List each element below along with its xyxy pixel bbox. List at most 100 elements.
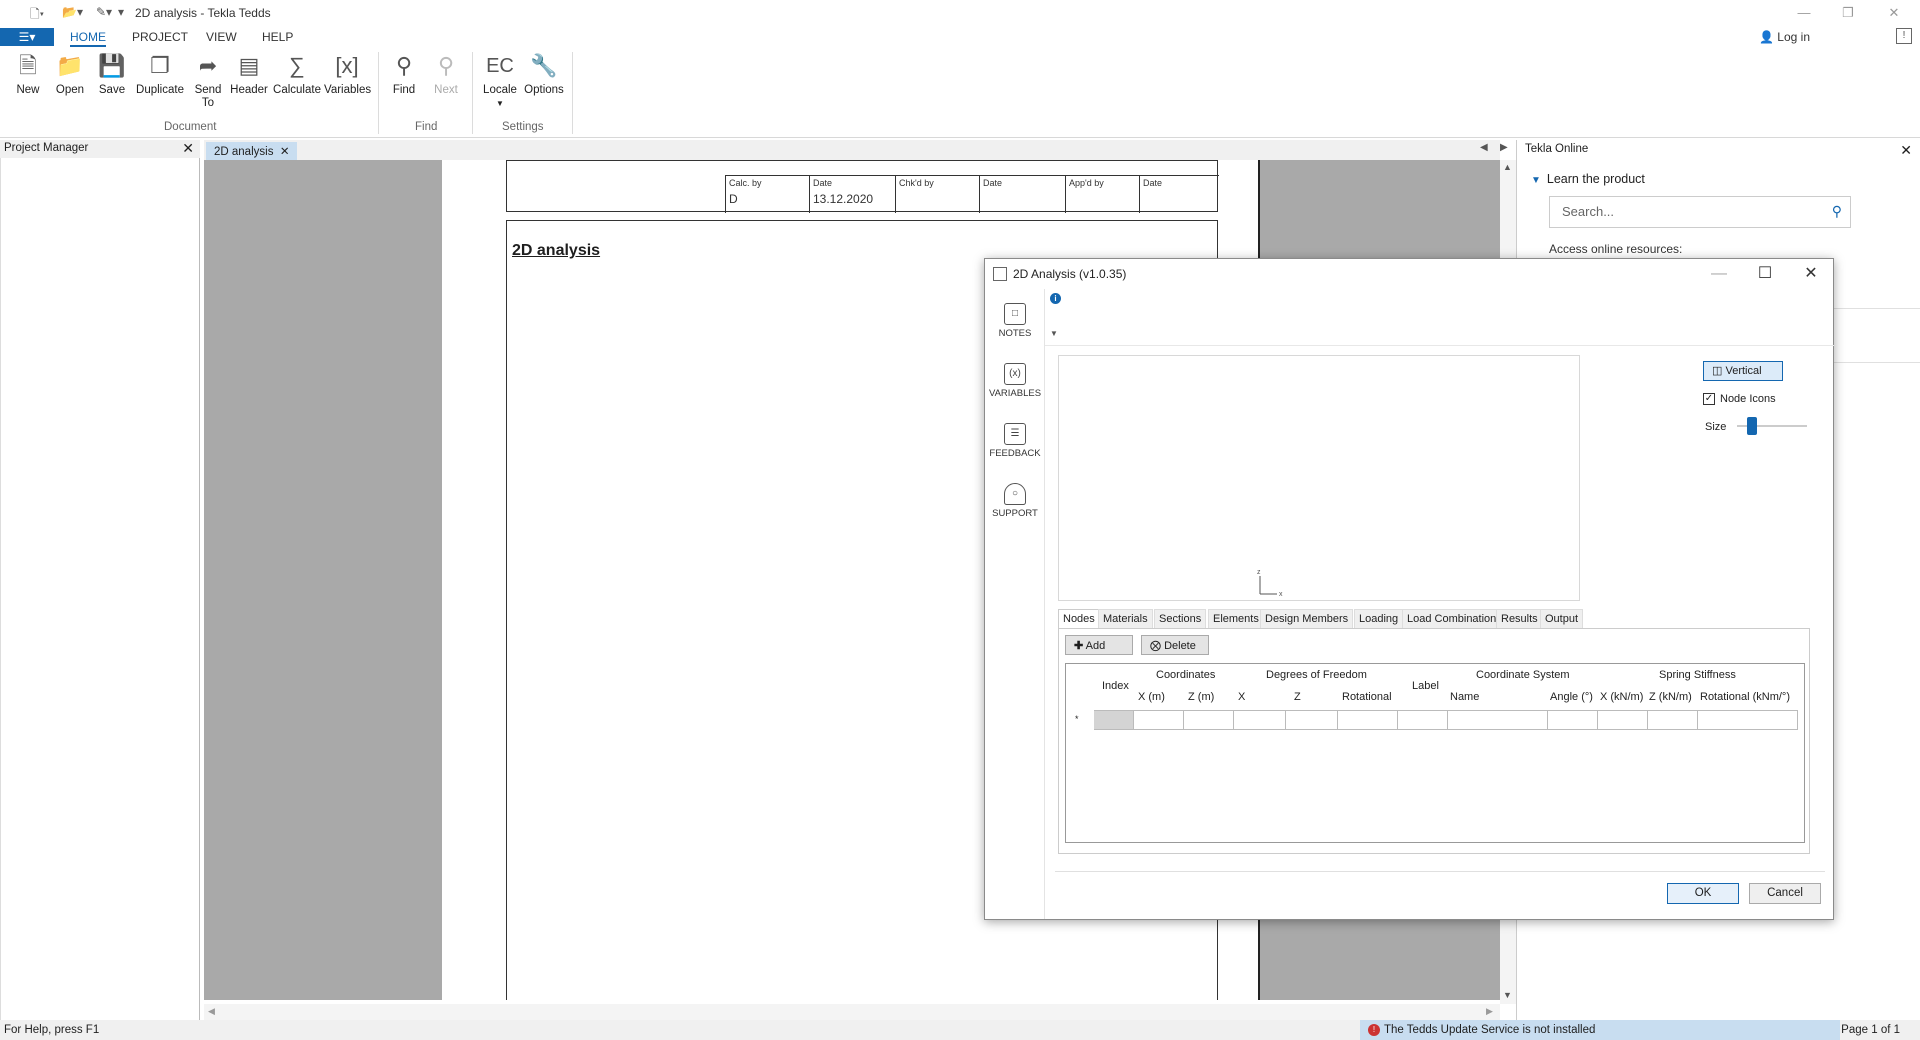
cell-name[interactable] <box>1448 710 1548 730</box>
save-button[interactable]: 💾 Save <box>96 52 128 97</box>
tab-results[interactable]: Results <box>1496 609 1543 629</box>
delete-node-button[interactable]: ⨂ Delete <box>1141 635 1209 655</box>
scroll-right-icon[interactable]: ▶ <box>1486 1006 1493 1017</box>
variables-button[interactable]: [x] Variables <box>324 52 371 97</box>
close-button[interactable]: ✕ <box>1793 261 1829 287</box>
calculate-button[interactable]: ∑ Calculate <box>272 52 322 97</box>
tab-elements[interactable]: Elements <box>1208 609 1264 629</box>
col-coordinate-system: Coordinate System <box>1476 669 1570 681</box>
tab-load-combinations[interactable]: Load Combinations <box>1402 609 1507 629</box>
new-doc-icon[interactable]: 🗋▾ <box>30 5 44 26</box>
scroll-left-icon[interactable]: ◀ <box>208 1006 215 1017</box>
save-label: Save <box>98 84 126 96</box>
nodes-grid[interactable]: Index Coordinates X (m) Z (m) Degrees of… <box>1065 663 1805 843</box>
new-button[interactable]: 🗎 New <box>12 52 44 97</box>
project-manager-panel[interactable] <box>0 158 200 1020</box>
open-button[interactable]: 📁 Open <box>52 52 88 97</box>
cell-x[interactable] <box>1134 710 1184 730</box>
cancel-button[interactable]: Cancel <box>1749 883 1821 904</box>
tab-loading[interactable]: Loading <box>1354 609 1404 629</box>
date-value: 13.12.2020 <box>813 192 874 206</box>
tab-scroll-right-icon[interactable]: ▶ <box>1500 142 1508 153</box>
tab-project[interactable]: PROJECT <box>132 30 188 44</box>
options-label: Options <box>524 84 564 96</box>
ribbon: 🗎 New 📁 Open 💾 Save ❐ Duplicate ➦ Send To ▤ He… <box>0 48 1920 138</box>
open-icon[interactable]: 📂▾ <box>62 5 83 19</box>
new-label: New <box>16 84 40 96</box>
ok-button[interactable]: OK <box>1667 883 1739 904</box>
tab-sections[interactable]: Sections <box>1154 609 1207 629</box>
tab-design-members[interactable]: Design Members <box>1260 609 1354 629</box>
header-button[interactable]: ▤ Header <box>228 52 270 97</box>
page-count: Page 1 of 1 <box>1841 1024 1900 1036</box>
cell-dof-x[interactable] <box>1234 710 1286 730</box>
cell-index[interactable] <box>1094 710 1134 730</box>
node-icons-checkbox[interactable]: ✓ Node Icons <box>1703 393 1776 406</box>
duplicate-icon: ❐ <box>150 53 170 78</box>
cell-z-knm[interactable] <box>1648 710 1698 730</box>
minimize-button[interactable]: — <box>1701 261 1737 287</box>
find-button[interactable]: ⚲ Find <box>388 52 420 97</box>
cell-rotational[interactable] <box>1338 710 1398 730</box>
chevron-down-icon[interactable]: ▼ <box>1050 329 1058 338</box>
checkbox-check-icon: ✓ <box>1703 393 1715 406</box>
table-row[interactable]: * <box>1066 710 1804 730</box>
locale-button[interactable]: EC Locale ▼ <box>480 52 520 110</box>
horizontal-scrollbar[interactable]: ◀ ▶ <box>204 1004 1500 1020</box>
doc-tab-2d-analysis[interactable]: 2D analysis ✕ <box>206 142 298 160</box>
tab-view[interactable]: VIEW <box>206 30 237 44</box>
close-button[interactable]: ✕ <box>1872 3 1916 23</box>
search-icon[interactable]: ⚲ <box>1832 203 1842 220</box>
cell-label[interactable] <box>1398 710 1448 730</box>
tab-scroll-left-icon[interactable]: ◀ <box>1480 142 1488 153</box>
feedback-button[interactable]: ☰ FEEDBACK <box>985 423 1045 459</box>
login-button[interactable]: 👤 Log in <box>1759 30 1810 44</box>
tab-help[interactable]: HELP <box>262 30 293 44</box>
help-panel-icon[interactable]: ! <box>1896 28 1912 44</box>
close-icon[interactable]: ✕ <box>1900 142 1912 159</box>
learn-product-section[interactable]: ▼ Learn the product <box>1531 172 1645 186</box>
size-slider-thumb[interactable] <box>1747 417 1757 435</box>
tab-materials[interactable]: Materials <box>1098 609 1153 629</box>
scroll-down-icon[interactable]: ▼ <box>1503 990 1512 1000</box>
close-icon[interactable]: ✕ <box>280 146 290 158</box>
access-resources-label: Access online resources: <box>1549 242 1683 256</box>
file-menu-button[interactable]: ☰▾ <box>0 28 54 46</box>
send-to-button[interactable]: ➦ Send To <box>190 52 226 110</box>
info-icon[interactable]: i <box>1050 293 1061 304</box>
cell-angle[interactable] <box>1548 710 1598 730</box>
new-doc-icon: 🗎 <box>19 53 37 78</box>
find-label: Find <box>392 84 416 96</box>
col-x-knm: X (kN/m) <box>1600 691 1644 703</box>
calc-by-value: D <box>729 192 738 206</box>
update-service-status[interactable]: ! The Tedds Update Service is not install… <box>1360 1020 1840 1040</box>
notes-button[interactable]: □ NOTES <box>985 303 1045 339</box>
next-button[interactable]: ⚲ Next <box>430 52 462 97</box>
appd-by-cell: App'd by <box>1065 175 1139 213</box>
scroll-up-icon[interactable]: ▲ <box>1503 162 1512 172</box>
variables-button[interactable]: (x) VARIABLES <box>985 363 1045 399</box>
tab-home[interactable]: HOME <box>70 30 106 47</box>
locale-label: Locale <box>483 84 517 96</box>
cell-rot-knm[interactable] <box>1698 710 1798 730</box>
options-button[interactable]: 🔧 Options <box>522 52 566 97</box>
restore-button[interactable]: ❐ <box>1826 3 1870 23</box>
cell-dof-z[interactable] <box>1286 710 1338 730</box>
tab-nodes[interactable]: Nodes <box>1058 609 1100 629</box>
support-button[interactable]: ○ SUPPORT <box>985 483 1045 519</box>
cell-x-knm[interactable] <box>1598 710 1648 730</box>
save-icon[interactable]: ✎▾ <box>96 5 112 19</box>
analysis-dialog: 2D Analysis (v1.0.35) — ☐ ✕ □ NOTES (x) VA… <box>984 258 1834 920</box>
model-canvas[interactable]: z x <box>1058 355 1580 601</box>
tab-output[interactable]: Output <box>1540 609 1584 629</box>
close-icon[interactable]: ✕ <box>182 140 194 157</box>
vertical-layout-button[interactable]: ◫ Vertical <box>1703 361 1783 381</box>
online-search-input[interactable]: Search... ⚲ <box>1549 196 1851 228</box>
minimize-button[interactable]: — <box>1782 3 1826 23</box>
cell-z[interactable] <box>1184 710 1234 730</box>
document-tabs: 2D analysis ✕ ◀ ▶ <box>204 140 1508 160</box>
add-node-button[interactable]: ✚ Add <box>1065 635 1133 655</box>
duplicate-button[interactable]: ❐ Duplicate <box>134 52 186 97</box>
maximize-button[interactable]: ☐ <box>1747 261 1783 287</box>
customize-dropdown-icon[interactable]: ▾ <box>118 5 124 19</box>
